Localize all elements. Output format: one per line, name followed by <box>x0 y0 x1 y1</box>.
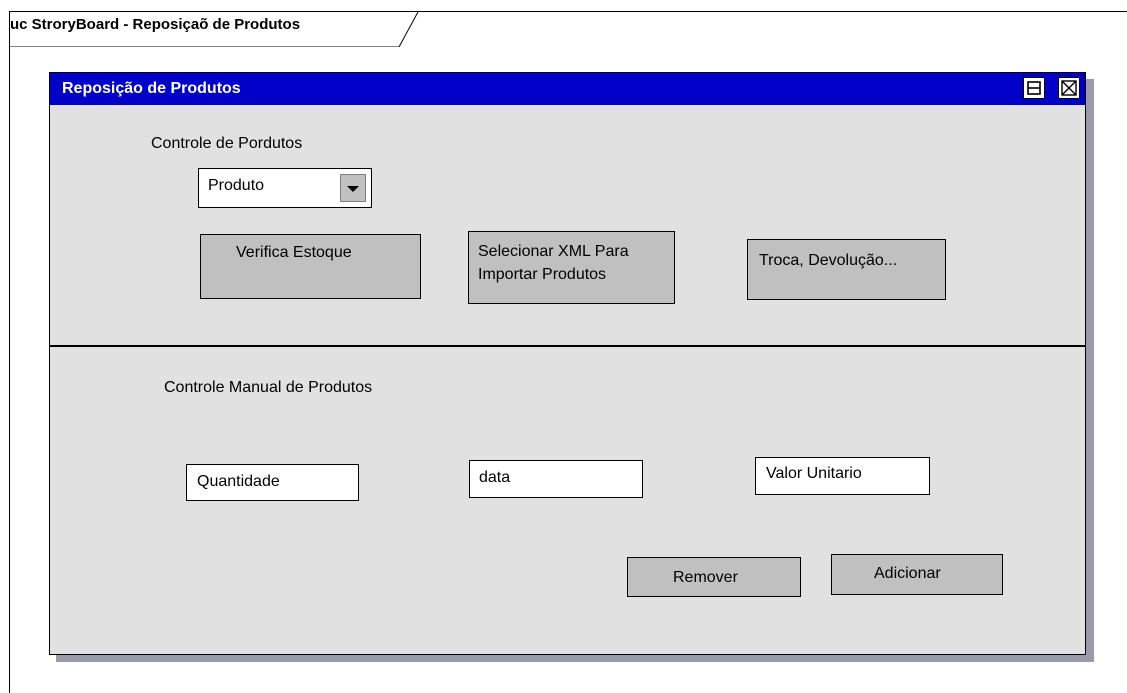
window-title: Reposição de Produtos <box>62 80 241 97</box>
exchange-return-button[interactable]: Troca, Devolução... <box>747 239 946 300</box>
product-replenishment-window: Reposição de Produtos Controle de Pordut… <box>49 72 1086 655</box>
remove-button-label: Remover <box>673 569 738 586</box>
products-control-heading: Controle de Pordutos <box>151 135 303 152</box>
verify-stock-label: Verifica Estoque <box>236 244 352 261</box>
add-button-label: Adicionar <box>874 565 941 582</box>
date-field-text: data <box>479 469 511 486</box>
section-divider <box>50 345 1085 347</box>
product-select-value: Produto <box>208 177 265 194</box>
date-field[interactable]: data <box>469 460 643 498</box>
add-button[interactable]: Adicionar <box>831 554 1003 595</box>
dropdown-arrow-icon <box>347 186 359 192</box>
verify-stock-button[interactable]: Verifica Estoque <box>200 234 421 299</box>
close-button[interactable] <box>1058 77 1080 99</box>
select-xml-button[interactable]: Selecionar XML Para Importar Produtos <box>468 231 675 304</box>
manual-control-heading: Controle Manual de Produtos <box>164 379 373 396</box>
remove-button[interactable]: Remover <box>627 557 801 597</box>
restore-button[interactable] <box>1023 77 1045 99</box>
restore-icon <box>1027 81 1041 95</box>
frame-title: uc StroryBoard - Reposiçaõ de Produtos <box>10 16 301 33</box>
unit-value-field-text: Valor Unitario <box>766 465 862 482</box>
quantity-field[interactable]: Quantidade <box>186 464 359 501</box>
window-titlebar[interactable]: Reposição de Produtos <box>50 73 1085 105</box>
select-xml-label-line2: Importar Produtos <box>478 266 607 283</box>
select-xml-label-line1: Selecionar XML Para <box>478 243 629 260</box>
quantity-field-text: Quantidade <box>197 473 280 490</box>
product-select-toggle[interactable] <box>340 174 366 202</box>
exchange-return-label: Troca, Devolução... <box>759 252 898 269</box>
product-select[interactable]: Produto <box>198 168 372 208</box>
close-icon <box>1061 80 1077 96</box>
unit-value-field[interactable]: Valor Unitario <box>755 457 930 495</box>
